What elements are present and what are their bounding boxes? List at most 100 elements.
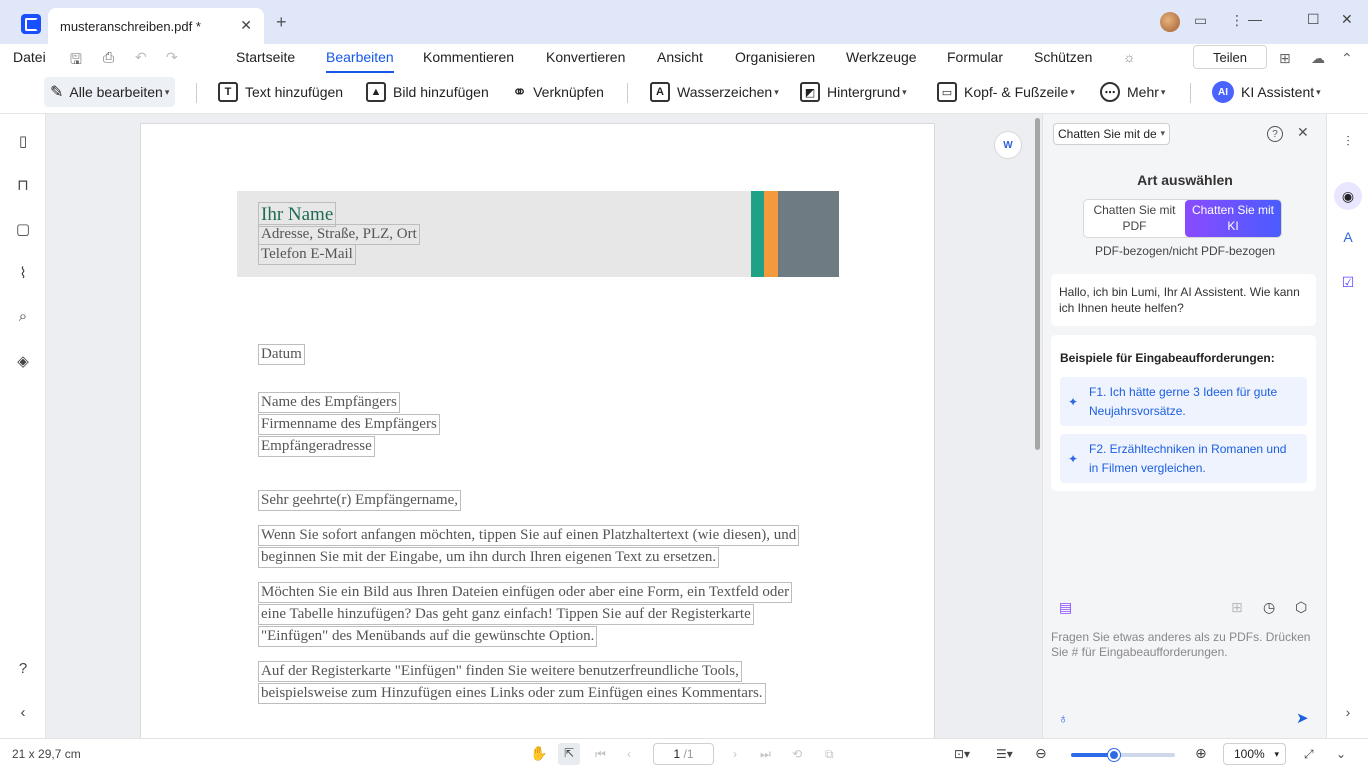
background-button[interactable]: ◩ Hintergrund ▾: [800, 77, 907, 107]
add-image-button[interactable]: ▲ Bild hinzufügen: [366, 77, 489, 107]
help-icon[interactable]: ?: [14, 659, 32, 677]
sender-address-field[interactable]: Adresse, Straße, PLZ, Ort: [258, 224, 420, 245]
layers-icon[interactable]: ◈: [14, 352, 32, 370]
tab-konvertieren[interactable]: Konvertieren: [546, 49, 625, 65]
settings-icon[interactable]: ⬡: [1295, 599, 1307, 616]
zoom-slider[interactable]: [1071, 749, 1175, 761]
search-icon[interactable]: ⌕: [14, 307, 32, 325]
mode-chat-ki-button[interactable]: Chatten Sie mit KI: [1185, 200, 1281, 237]
paragraph-1-line-1[interactable]: Wenn Sie sofort anfangen möchten, tippen…: [258, 525, 800, 546]
paragraph-2-line-2[interactable]: eine Tabelle hinzufügen? Das geht ganz e…: [258, 604, 754, 625]
first-page-icon[interactable]: ⏮: [595, 747, 606, 762]
recipient-address-field[interactable]: Empfängeradresse: [258, 436, 375, 457]
previous-page-icon[interactable]: ‹: [627, 747, 631, 761]
minimize-button[interactable]: —: [1248, 11, 1262, 27]
tab-organisieren[interactable]: Organisieren: [735, 49, 815, 65]
ai-robot-icon[interactable]: ◉: [1334, 182, 1362, 210]
save-icon[interactable]: 🖫: [70, 49, 82, 73]
tab-schuetzen[interactable]: Schützen: [1034, 49, 1092, 65]
vertical-scrollbar[interactable]: [1034, 114, 1042, 450]
new-tab-button[interactable]: +: [276, 12, 287, 33]
salutation-field[interactable]: Sehr geehrte(r) Empfängername,: [258, 490, 461, 511]
user-avatar[interactable]: [1160, 12, 1180, 32]
lightbulb-icon[interactable]: ☼: [1123, 49, 1136, 65]
close-window-button[interactable]: ✕: [1341, 11, 1353, 28]
cloud-upload-icon[interactable]: ☁: [1311, 50, 1325, 67]
zoom-slider-knob[interactable]: [1107, 749, 1120, 761]
collapse-status-icon[interactable]: ⌄: [1336, 747, 1346, 761]
properties-sliders-icon[interactable]: ⫶: [1338, 131, 1358, 151]
edit-all-button[interactable]: ✎ Alle bearbeiten ▾: [44, 77, 176, 107]
help-icon[interactable]: ?: [1267, 126, 1283, 142]
chat-input[interactable]: Fragen Sie etwas anderes als zu PDFs. Dr…: [1051, 630, 1319, 660]
maximize-button[interactable]: ☐: [1307, 11, 1320, 28]
expand-right-icon[interactable]: ›: [1338, 702, 1358, 722]
paragraph-2-line-3[interactable]: "Einfügen" des Menübands auf die gewünsc…: [258, 626, 598, 647]
convert-to-word-button[interactable]: W: [994, 131, 1022, 159]
header-footer-button[interactable]: ▭ Kopf- & Fußzeile ▾: [937, 77, 1075, 107]
tab-bearbeiten[interactable]: Bearbeiten: [326, 49, 394, 73]
tab-formular[interactable]: Formular: [947, 49, 1003, 65]
recipient-company-field[interactable]: Firmenname des Empfängers: [258, 414, 440, 435]
tab-ansicht[interactable]: Ansicht: [657, 49, 703, 65]
select-tool-icon[interactable]: ⇱: [558, 743, 580, 765]
paragraph-2-line-1[interactable]: Möchten Sie ein Bild aus Ihren Dateien e…: [258, 582, 793, 603]
zoom-select[interactable]: 100% ▾: [1223, 743, 1286, 765]
fullscreen-icon[interactable]: ⤢: [1304, 747, 1314, 762]
undo-icon[interactable]: ↶: [135, 49, 147, 66]
chat-mode-select[interactable]: Chatten Sie mit de ▾: [1053, 123, 1170, 145]
sender-contact-field[interactable]: Telefon E-Mail: [258, 244, 356, 265]
expand-icon[interactable]: ⌃: [1341, 50, 1353, 67]
new-chat-icon[interactable]: ⊞: [1231, 599, 1243, 616]
more-button[interactable]: ⋯ Mehr ▾: [1100, 77, 1165, 107]
zoom-out-icon[interactable]: ⊖: [1035, 745, 1047, 762]
prompt-library-icon[interactable]: ▤: [1059, 599, 1072, 616]
rotate-icon[interactable]: ⟲: [792, 747, 802, 761]
bookmark-icon[interactable]: ⊓: [14, 176, 32, 194]
last-page-icon[interactable]: ⏭: [760, 747, 771, 762]
tab-startseite[interactable]: Startseite: [236, 49, 295, 65]
attachment-icon[interactable]: ⌇: [14, 264, 32, 282]
scrollbar-thumb[interactable]: [1035, 118, 1040, 450]
fit-page-icon[interactable]: ⧉: [825, 747, 834, 762]
comment-view-icon[interactable]: ☰▾: [996, 747, 1013, 761]
next-page-icon[interactable]: ›: [733, 747, 737, 761]
tab-kommentieren[interactable]: Kommentieren: [423, 49, 514, 65]
comment-icon[interactable]: ▢: [14, 220, 32, 238]
share-button[interactable]: Teilen: [1193, 45, 1267, 69]
org-chart-icon[interactable]: ⊞: [1279, 50, 1291, 67]
history-icon[interactable]: ◷: [1263, 599, 1275, 616]
tab-werkzeuge[interactable]: Werkzeuge: [846, 49, 917, 65]
example-prompt-2[interactable]: ✦ F2. Erzähltechniken in Romanen und in …: [1060, 434, 1307, 483]
edit-all-label: Alle bearbeiten: [69, 84, 163, 100]
collapse-left-icon[interactable]: ‹: [14, 703, 32, 721]
send-icon[interactable]: ➤: [1296, 709, 1309, 727]
mode-chat-pdf-button[interactable]: Chatten Sie mit PDF: [1084, 200, 1185, 237]
paragraph-1-line-2[interactable]: beginnen Sie mit der Eingabe, um ihn dur…: [258, 547, 720, 568]
tips-bulb-icon[interactable]: ♁: [1058, 710, 1069, 726]
example-prompt-1[interactable]: ✦ F1. Ich hätte gerne 3 Ideen für gute N…: [1060, 377, 1307, 426]
tab-close-icon[interactable]: ✕: [240, 17, 252, 34]
recipient-name-field[interactable]: Name des Empfängers: [258, 392, 400, 413]
document-tab[interactable]: musteranschreiben.pdf * ✕: [48, 8, 264, 44]
redo-icon[interactable]: ↷: [166, 49, 178, 66]
more-vertical-icon[interactable]: ⋮: [1230, 12, 1244, 29]
close-panel-icon[interactable]: ✕: [1297, 124, 1309, 141]
file-menu[interactable]: Datei: [13, 49, 46, 65]
zoom-in-icon[interactable]: ⊕: [1195, 745, 1207, 762]
link-button[interactable]: ⚭ Verknüpfen: [512, 77, 604, 107]
hand-tool-icon[interactable]: ✋: [530, 745, 547, 762]
feedback-icon[interactable]: ▭: [1194, 12, 1207, 29]
date-field[interactable]: Datum: [258, 344, 305, 365]
paragraph-3-line-2[interactable]: beispielsweise zum Hinzufügen eines Link…: [258, 683, 766, 704]
task-check-icon[interactable]: ☑: [1338, 272, 1358, 292]
watermark-button[interactable]: A Wasserzeichen ▾: [650, 77, 779, 107]
translate-icon[interactable]: A: [1338, 227, 1358, 247]
page-thumbnail-icon[interactable]: ▯: [14, 132, 32, 150]
page-number-input[interactable]: 1 /1: [653, 743, 714, 765]
print-icon[interactable]: ⎙: [103, 49, 114, 66]
add-text-button[interactable]: T Text hinzufügen: [218, 77, 343, 107]
page-layout-icon[interactable]: ⊡▾: [954, 747, 970, 761]
ai-assistant-button[interactable]: AI KI Assistent ▾: [1212, 77, 1321, 107]
paragraph-3-line-1[interactable]: Auf der Registerkarte "Einfügen" finden …: [258, 661, 742, 682]
